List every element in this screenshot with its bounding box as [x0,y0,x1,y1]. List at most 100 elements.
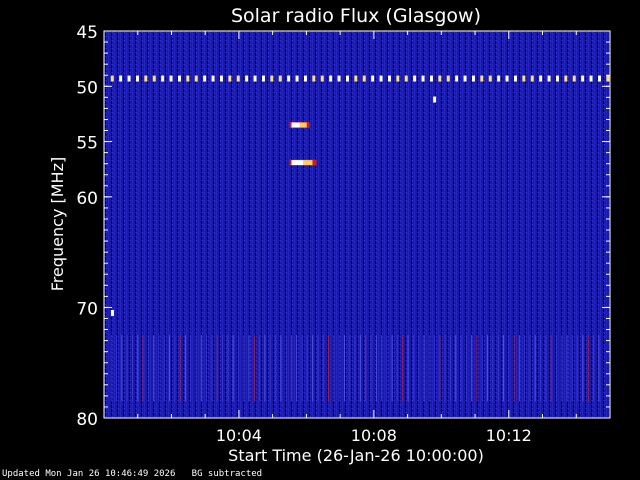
interference-dot [471,75,475,82]
noise-streak [428,335,430,402]
noise-streak [110,335,112,402]
noise-streak [571,335,573,402]
y-tick-label-45: 45 [76,23,98,43]
noise-streak [444,335,446,402]
noise-streak [513,335,515,402]
noise-streak [206,335,208,402]
noise-streak [190,335,192,402]
noise-streak [455,335,457,402]
noise-streak [184,335,186,402]
noise-streak [550,335,552,402]
interference-dot [177,75,181,82]
noise-streak [227,335,229,402]
interference-dot [161,75,165,82]
interference-dot [320,75,324,82]
noise-streak [497,335,499,402]
y-tick-label-55: 55 [76,134,98,154]
noise-streak [349,335,351,402]
interference-dot [287,75,291,82]
radio-burst [289,121,310,128]
interference-dot [135,75,139,82]
noise-streak [460,335,462,402]
noise-streak [290,335,292,402]
noise-streak [200,335,202,402]
noise-streak [333,335,335,402]
noise-streak [216,335,218,402]
spot-feature [110,309,114,316]
noise-streak [508,335,510,402]
interference-dot [446,75,450,82]
noise-streak [243,335,245,402]
noise-streak [502,335,504,402]
interference-dot [228,75,232,82]
noise-streak [296,335,298,402]
noise-streak [370,335,372,402]
noise-streak [481,335,483,402]
noise-streak [322,335,324,402]
burst-core [291,122,301,128]
noise-streak [375,335,377,402]
noise-streak [275,335,277,402]
noise-streak [343,335,345,402]
noise-streak [476,335,478,402]
noise-streak [465,335,467,402]
noise-streak [121,335,123,402]
interference-dot [127,75,131,82]
spectrogram-chart: Solar radio Flux (Glasgow) 455055607080 … [48,5,611,465]
noise-streak [264,335,266,402]
noise-streak [354,335,356,402]
noise-streak [381,335,383,402]
interference-dot [497,75,501,82]
footer-status: Updated Mon Jan 26 10:46:49 2026 BG subt… [2,469,262,479]
noise-streak [418,335,420,402]
interference-dot [261,75,265,82]
interference-dot [371,75,375,82]
noise-streak [529,335,531,402]
noise-streak [248,335,250,402]
interference-dot [278,75,282,82]
noise-streak [555,335,557,402]
interference-dot [555,75,559,82]
noise-streak [487,335,489,402]
noise-streak [222,335,224,402]
noise-streak [312,335,314,402]
interference-dot [362,75,366,82]
noise-streak [577,335,579,402]
interference-dot [606,75,610,82]
interference-dot [110,75,114,82]
noise-streak [259,335,261,402]
interference-dot [572,75,576,82]
noise-streak [566,335,568,402]
interference-dot [211,75,215,82]
interference-dot [312,75,316,82]
noise-streak [407,335,409,402]
noise-streak [434,335,436,402]
noise-streak [518,335,520,402]
noise-streak [126,335,128,402]
burst-tail [303,160,313,166]
interference-dot [429,75,433,82]
interference-dot [522,75,526,82]
noise-streak [153,335,155,402]
noise-streak [232,335,234,402]
noise-streak [306,335,308,402]
interference-dot [463,75,467,82]
x-tick-label-10:08: 10:08 [351,426,397,445]
chart-title: Solar radio Flux (Glasgow) [231,5,481,27]
noise-streak [492,335,494,402]
noise-streak [269,335,271,402]
x-tick-label-10:04: 10:04 [216,426,262,445]
interference-dot [505,75,509,82]
interference-dot [203,75,207,82]
noise-streak [338,335,340,402]
y-axis-label: Frequency [MHz] [48,157,67,291]
interference-dot [354,75,358,82]
noise-streak [449,335,451,402]
noise-streak [253,335,255,402]
interference-dot [337,75,341,82]
noise-streak [524,335,526,402]
interference-dot [413,75,417,82]
noise-streak [359,335,361,402]
interference-dot [564,75,568,82]
noise-streak [237,335,239,402]
